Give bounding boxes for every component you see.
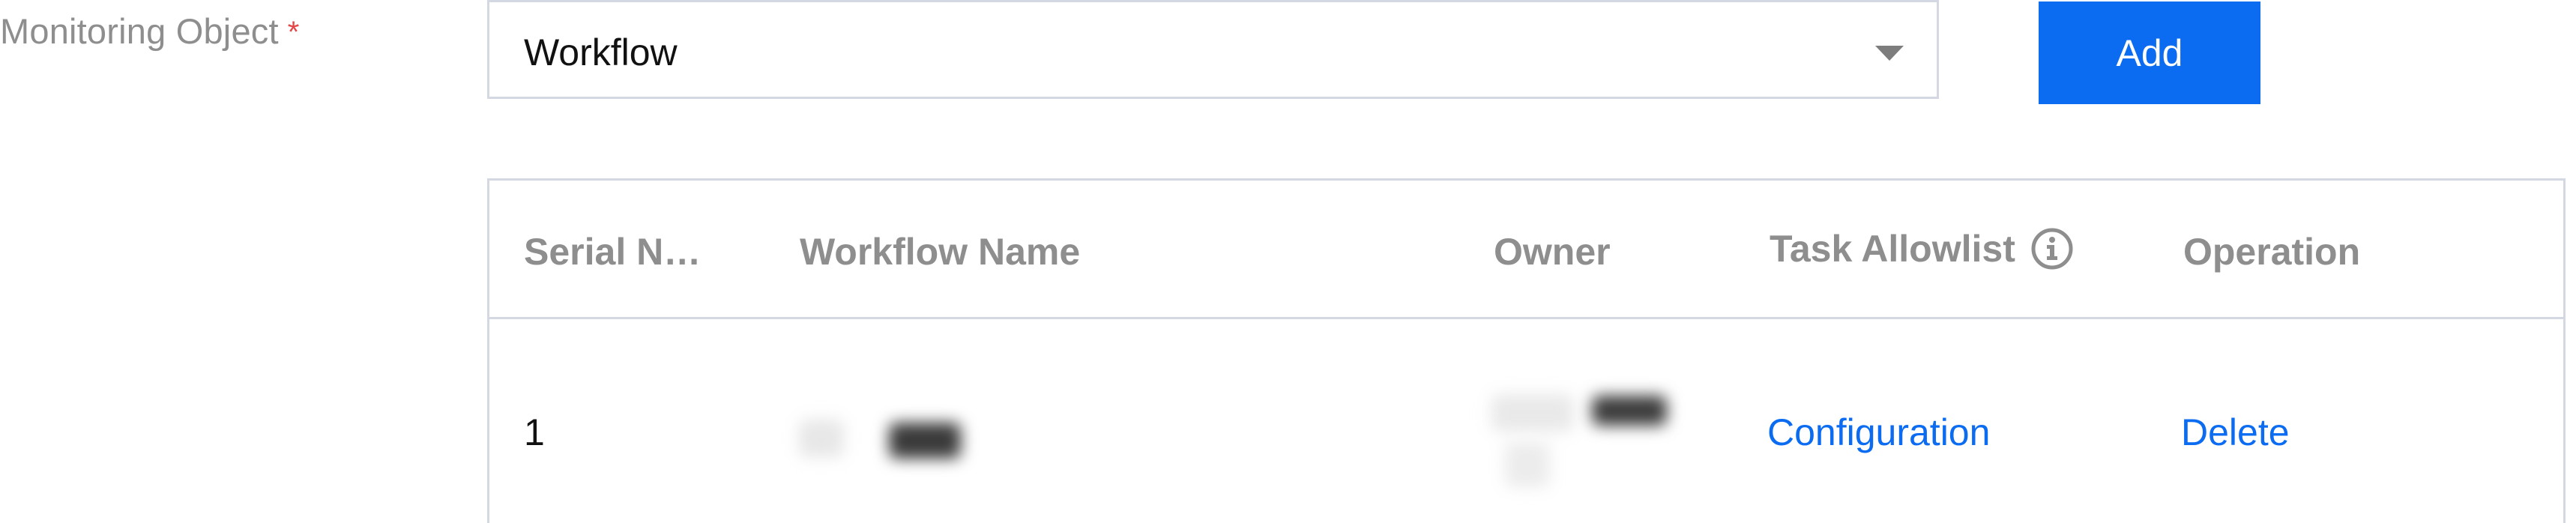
table-header: Serial N… Workflow Name Owner Task Allow… <box>489 181 2563 319</box>
delete-link[interactable]: Delete <box>2181 411 2290 454</box>
column-header-operation-label: Operation <box>2183 231 2361 273</box>
column-header-serial-label: Serial N… <box>524 231 702 273</box>
column-header-operation: Operation <box>2183 230 2360 273</box>
monitoring-object-label-text: Monitoring Object <box>0 11 279 51</box>
required-mark: * <box>287 16 300 49</box>
configuration-link[interactable]: Configuration <box>1767 411 1990 454</box>
add-button[interactable]: Add <box>2039 1 2260 104</box>
info-icon[interactable] <box>2030 227 2074 270</box>
monitoring-object-label: Monitoring Object * <box>0 10 300 52</box>
select-value: Workflow <box>524 31 678 73</box>
monitoring-object-select[interactable]: Workflow <box>487 0 1939 99</box>
serial-number-cell: 1 <box>524 411 545 453</box>
column-header-workflow-name: Workflow Name <box>800 230 1080 273</box>
column-header-owner: Owner <box>1494 230 1611 273</box>
column-header-workflow-name-label: Workflow Name <box>800 231 1081 273</box>
column-header-task-allowlist: Task Allowlist <box>1770 227 2074 270</box>
column-header-owner-label: Owner <box>1494 231 1611 273</box>
chevron-down-icon <box>1875 46 1904 61</box>
column-header-serial: Serial N… <box>524 230 701 273</box>
column-header-task-allowlist-label: Task Allowlist <box>1770 228 2015 270</box>
